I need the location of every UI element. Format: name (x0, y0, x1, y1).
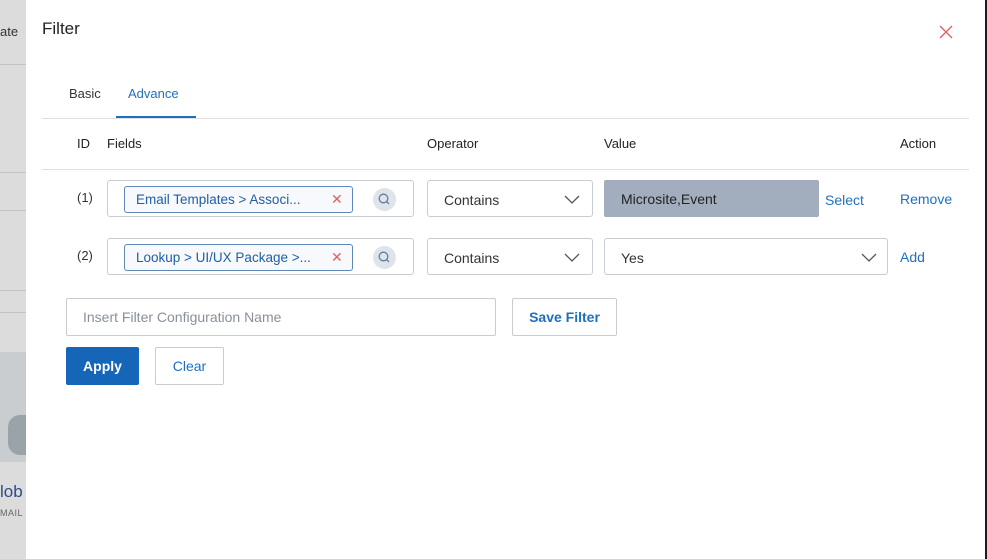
close-icon[interactable] (938, 24, 954, 40)
filter-modal: Filter Basic Advance ID Fields Operator … (26, 0, 985, 559)
value-field[interactable]: Microsite,Event (604, 180, 819, 217)
header-action: Action (900, 136, 937, 151)
value-text: Microsite,Event (621, 191, 717, 207)
tab-advance[interactable]: Advance (128, 86, 179, 118)
row-id: (2) (77, 248, 93, 263)
background-divider (0, 312, 26, 313)
value-text: Yes (621, 250, 644, 266)
clear-button[interactable]: Clear (155, 347, 224, 385)
remove-chip-icon[interactable]: ✕ (331, 249, 343, 266)
field-chip[interactable]: Email Templates > Associ... ✕ (124, 186, 353, 213)
operator-value: Contains (444, 250, 500, 266)
filter-row: (1) Email Templates > Associ... ✕ Contai… (42, 179, 969, 219)
background-image-shape (8, 415, 26, 455)
apply-button[interactable]: Apply (66, 347, 139, 385)
background-divider (0, 290, 26, 291)
field-selector: Email Templates > Associ... ✕ (107, 180, 414, 217)
filter-config-name-input[interactable] (66, 298, 496, 336)
background-divider (0, 64, 26, 65)
background-divider (0, 172, 26, 173)
field-selector: Lookup > UI/UX Package >... ✕ (107, 238, 414, 275)
row-id: (1) (77, 190, 93, 205)
header-fields: Fields (107, 136, 142, 151)
header-value: Value (604, 136, 637, 151)
add-link[interactable]: Add (900, 249, 925, 265)
modal-title: Filter (42, 19, 80, 38)
tab-bar: Basic Advance (42, 78, 969, 119)
select-link[interactable]: Select (825, 192, 864, 208)
chevron-down-icon (861, 253, 877, 262)
field-chip-label: Email Templates > Associ... (136, 192, 301, 207)
operator-select[interactable]: Contains (427, 180, 593, 217)
header-operator: Operator (427, 136, 479, 151)
background-small-text: MAIL (0, 508, 24, 518)
search-icon[interactable] (373, 188, 396, 211)
field-chip-label: Lookup > UI/UX Package >... (136, 250, 311, 265)
background-bold-text: lob (0, 482, 23, 501)
background-text-top: ate (0, 24, 19, 39)
operator-value: Contains (444, 192, 500, 208)
remove-link[interactable]: Remove (900, 191, 952, 207)
filter-row: (2) Lookup > UI/UX Package >... ✕ Contai… (42, 237, 969, 277)
header-id: ID (77, 136, 90, 151)
chevron-down-icon (564, 195, 580, 204)
remove-chip-icon[interactable]: ✕ (331, 191, 343, 208)
field-chip[interactable]: Lookup > UI/UX Package >... ✕ (124, 244, 353, 271)
tab-basic[interactable]: Basic (69, 86, 101, 118)
operator-select[interactable]: Contains (427, 238, 593, 275)
background-page: ate lob MAIL (0, 0, 26, 559)
background-divider (0, 210, 26, 211)
save-filter-button[interactable]: Save Filter (512, 298, 617, 336)
active-tab-indicator (116, 116, 196, 118)
chevron-down-icon (564, 253, 580, 262)
value-select[interactable]: Yes (604, 238, 888, 275)
search-icon[interactable] (373, 246, 396, 269)
table-header: ID Fields Operator Value Action (42, 119, 969, 170)
